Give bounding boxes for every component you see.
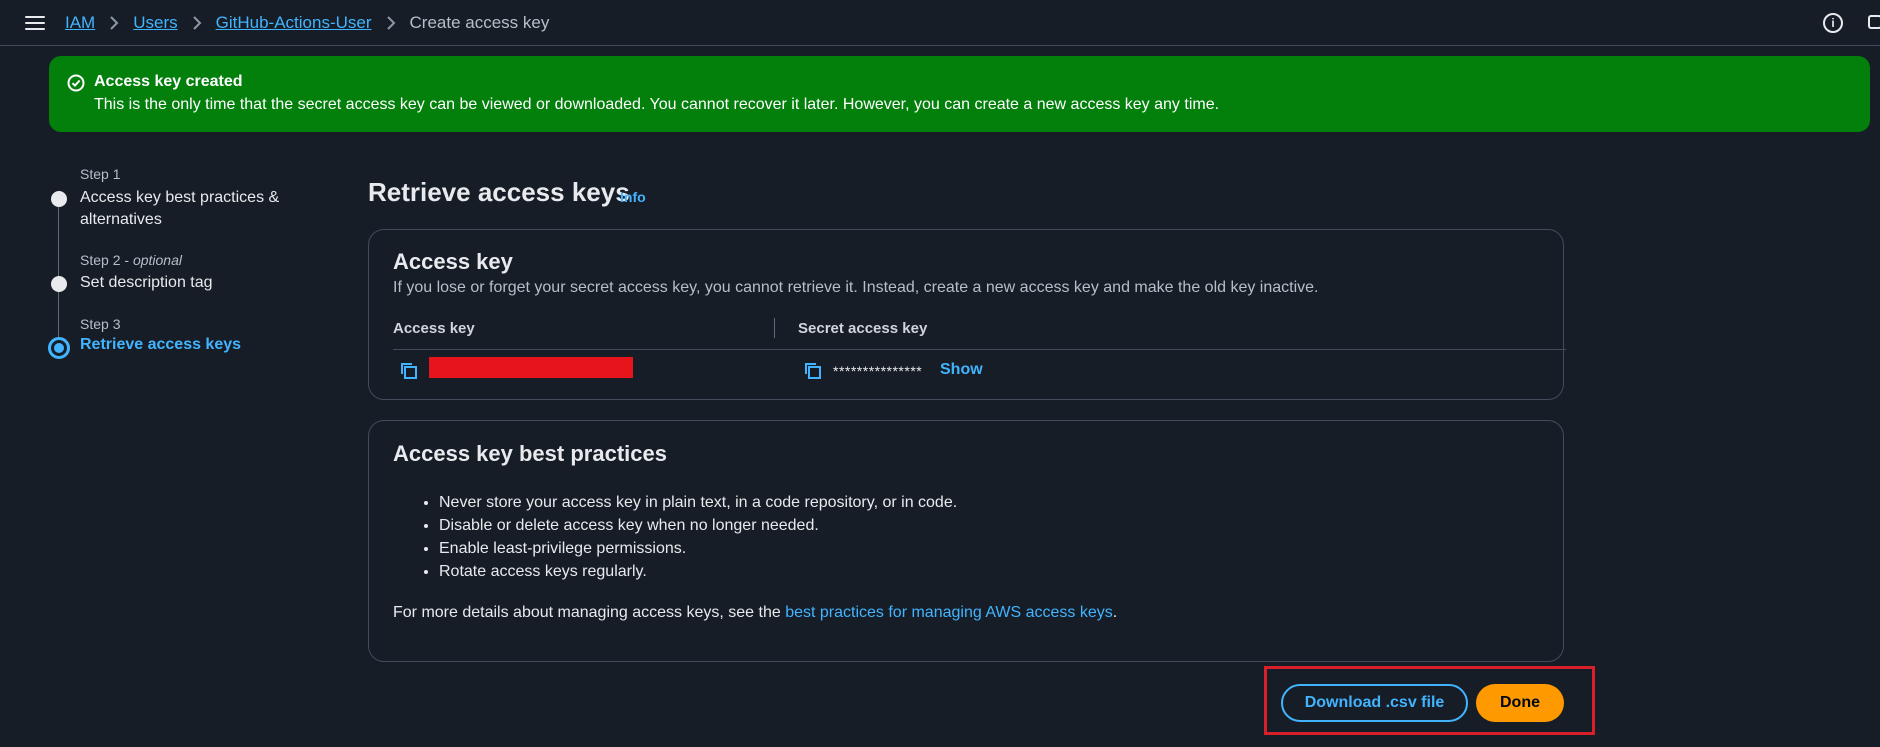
done-button[interactable]: Done (1476, 684, 1564, 722)
steps-connector (58, 200, 59, 350)
breadcrumb-users[interactable]: Users (133, 13, 177, 33)
best-practices-link[interactable]: best practices for managing AWS access k… (785, 604, 1113, 621)
step-3-label: Step 3 (80, 316, 121, 332)
column-header-access-key: Access key (393, 320, 475, 337)
column-header-secret-access-key: Secret access key (798, 320, 928, 337)
step-3-title: Retrieve access keys (80, 336, 242, 353)
step-1-label: Step 1 (80, 166, 121, 182)
success-flashbar: Access key created This is the only time… (49, 56, 1870, 132)
secret-access-key-masked: *************** (833, 363, 923, 379)
breadcrumb-iam[interactable]: IAM (65, 13, 95, 33)
access-key-subtitle: If you lose or forget your secret access… (393, 279, 1319, 296)
best-practices-list: Never store your access key in plain tex… (414, 491, 957, 583)
best-practices-panel: Access key best practices Never store yo… (368, 420, 1564, 662)
copy-secret-key-icon[interactable] (803, 361, 823, 381)
breadcrumb-current: Create access key (409, 13, 550, 32)
step-2-dot (51, 276, 67, 292)
top-navigation-bar: IAM Users GitHub-Actions-User Create acc… (0, 0, 1880, 46)
copy-access-key-icon[interactable] (399, 361, 419, 381)
panel-icon[interactable] (1868, 15, 1880, 29)
page-title: Retrieve access keys (368, 177, 630, 207)
step-3-dot (48, 337, 70, 359)
breadcrumb: IAM Users GitHub-Actions-User Create acc… (65, 0, 549, 46)
chevron-right-icon (192, 16, 202, 30)
download-csv-button[interactable]: Download .csv file (1281, 684, 1468, 722)
list-item: Rotate access keys regularly. (439, 560, 957, 583)
breadcrumb-user[interactable]: GitHub-Actions-User (216, 13, 372, 33)
row-divider (393, 349, 1566, 350)
hamburger-menu-icon[interactable] (25, 13, 45, 31)
step-2-title[interactable]: Set description tag (80, 272, 213, 294)
list-item: Disable or delete access key when no lon… (439, 514, 957, 537)
step-2-label: Step 2 - optional (80, 252, 182, 268)
list-item: Never store your access key in plain tex… (439, 491, 957, 514)
flash-title: Access key created (94, 73, 243, 90)
check-circle-icon (67, 74, 85, 92)
show-secret-link[interactable]: Show (940, 361, 983, 379)
redacted-access-key-value (429, 357, 633, 378)
info-circle-icon[interactable]: i (1823, 13, 1843, 33)
best-practices-footer: For more details about managing access k… (393, 604, 1118, 621)
chevron-right-icon (386, 16, 396, 30)
access-key-panel: Access key If you lose or forget your se… (368, 229, 1566, 400)
best-practices-title: Access key best practices (393, 441, 667, 466)
info-link[interactable]: Info (620, 189, 646, 205)
access-key-title: Access key (393, 249, 513, 274)
flash-message: This is the only time that the secret ac… (94, 96, 1220, 113)
list-item: Enable least-privilege permissions. (439, 537, 957, 560)
step-1-title[interactable]: Access key best practices & alternatives (80, 187, 279, 231)
chevron-right-icon (109, 16, 119, 30)
step-1-dot (51, 191, 67, 207)
column-divider (774, 318, 775, 338)
